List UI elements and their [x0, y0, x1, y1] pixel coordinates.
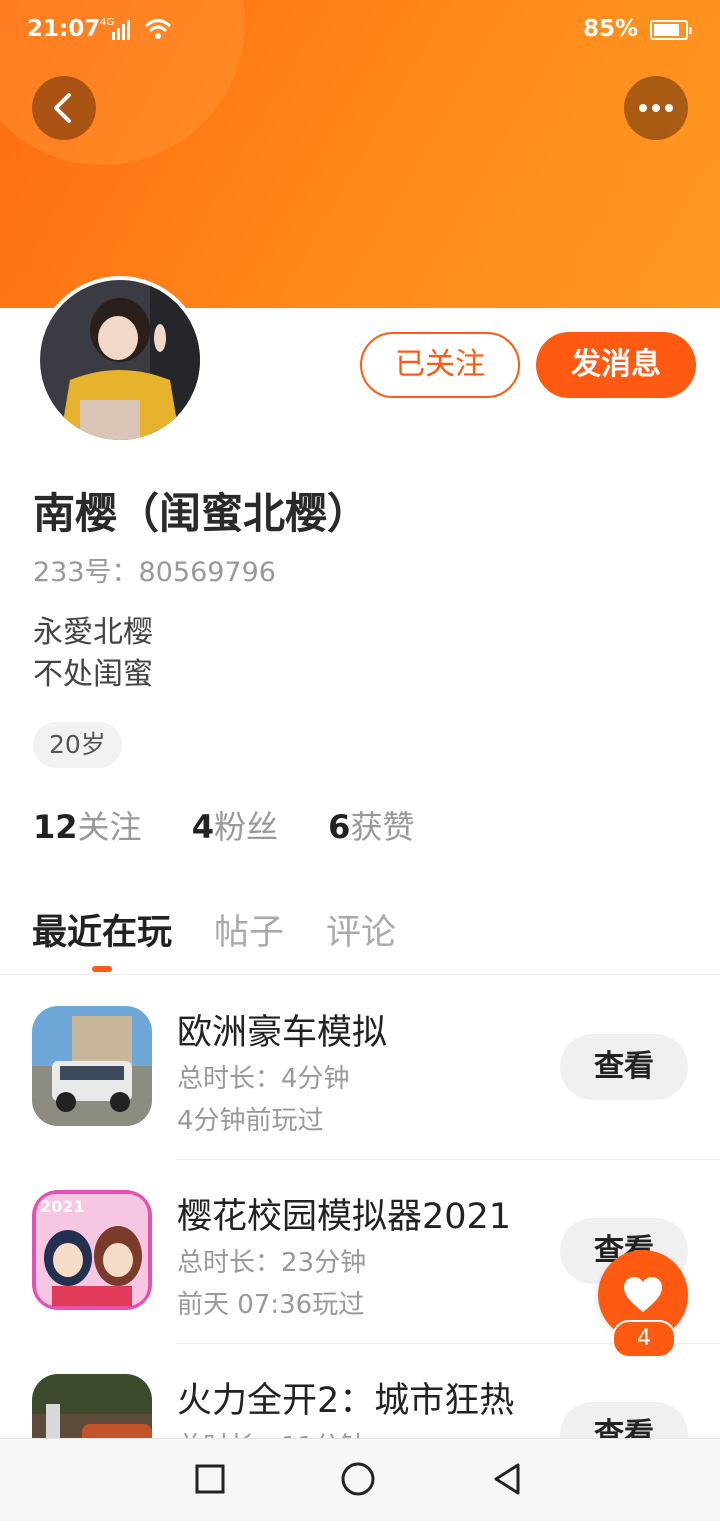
avatar[interactable] — [36, 276, 204, 444]
send-message-button[interactable]: 发消息 — [536, 332, 696, 398]
game-total-time: 总时长：23分钟 — [177, 1248, 367, 1278]
stat-label: 粉丝 — [213, 808, 278, 846]
profile-tabs: 最近在玩 帖子 评论 — [0, 900, 720, 975]
game-last-played: 4分钟前玩过 — [177, 1106, 324, 1136]
profile-stats: 12关注 4粉丝 6获赞 — [33, 802, 454, 848]
bio-line: 不处闺蜜 — [33, 657, 153, 692]
bio-line: 永愛北樱 — [33, 615, 153, 650]
svg-text:2021: 2021 — [40, 1197, 85, 1216]
game-total-time: 总时长：4分钟 — [177, 1064, 350, 1094]
battery-percent: 85% — [582, 16, 638, 42]
chevron-left-icon — [54, 93, 71, 123]
battery-icon — [650, 20, 692, 40]
back-button[interactable] — [32, 76, 96, 140]
profile-bio: 永愛北樱 不处闺蜜 — [33, 612, 153, 696]
circle-icon — [341, 1462, 375, 1496]
status-time: 21:07 — [27, 16, 101, 42]
more-button[interactable] — [624, 76, 688, 140]
square-icon — [195, 1464, 225, 1494]
profile-name: 南樱（闺蜜北樱） — [33, 489, 370, 538]
more-dots-icon — [639, 104, 673, 112]
signal-icon: 4G — [100, 14, 174, 50]
game-icon-car — [32, 1006, 152, 1126]
followers-stat[interactable]: 4粉丝 — [192, 802, 278, 848]
profile-id: 233号：80569796 — [33, 557, 276, 588]
likes-stat[interactable]: 6获赞 — [328, 802, 414, 848]
age-badge: 20岁 — [33, 722, 122, 768]
view-button[interactable]: 查看 — [560, 1034, 688, 1100]
triangle-back-icon — [494, 1463, 520, 1495]
stat-label: 获赞 — [350, 808, 415, 846]
stat-count: 4 — [191, 808, 214, 846]
svg-text:4G: 4G — [100, 17, 114, 28]
status-bar: 21:07 4G 85% — [0, 0, 720, 62]
tab-indicator — [92, 966, 112, 972]
list-item[interactable]: 欧洲豪车模拟 总时长：4分钟 4分钟前玩过 查看 — [0, 976, 720, 1160]
system-nav-bar — [0, 1438, 720, 1521]
followed-button[interactable]: 已关注 — [360, 332, 520, 398]
tab-posts[interactable]: 帖子 — [214, 904, 284, 955]
game-icon-sakura: 2021 — [32, 1190, 152, 1310]
nav-back-button[interactable] — [488, 1459, 528, 1499]
like-count-badge: 4 — [612, 1320, 676, 1358]
stat-count: 6 — [328, 808, 351, 846]
following-stat[interactable]: 12关注 — [33, 802, 142, 848]
game-name: 火力全开2：城市狂热 — [177, 1381, 515, 1421]
home-button[interactable] — [338, 1459, 378, 1499]
game-name: 樱花校园模拟器2021 — [177, 1197, 512, 1237]
game-last-played: 前天 07:36玩过 — [177, 1290, 365, 1320]
stat-count: 12 — [33, 808, 78, 846]
game-name: 欧洲豪车模拟 — [177, 1013, 388, 1053]
recents-button[interactable] — [190, 1459, 230, 1499]
tab-comments[interactable]: 评论 — [326, 904, 396, 955]
tab-recently-played[interactable]: 最近在玩 — [32, 904, 172, 955]
avatar-image — [40, 280, 200, 440]
stat-label: 关注 — [77, 808, 142, 846]
